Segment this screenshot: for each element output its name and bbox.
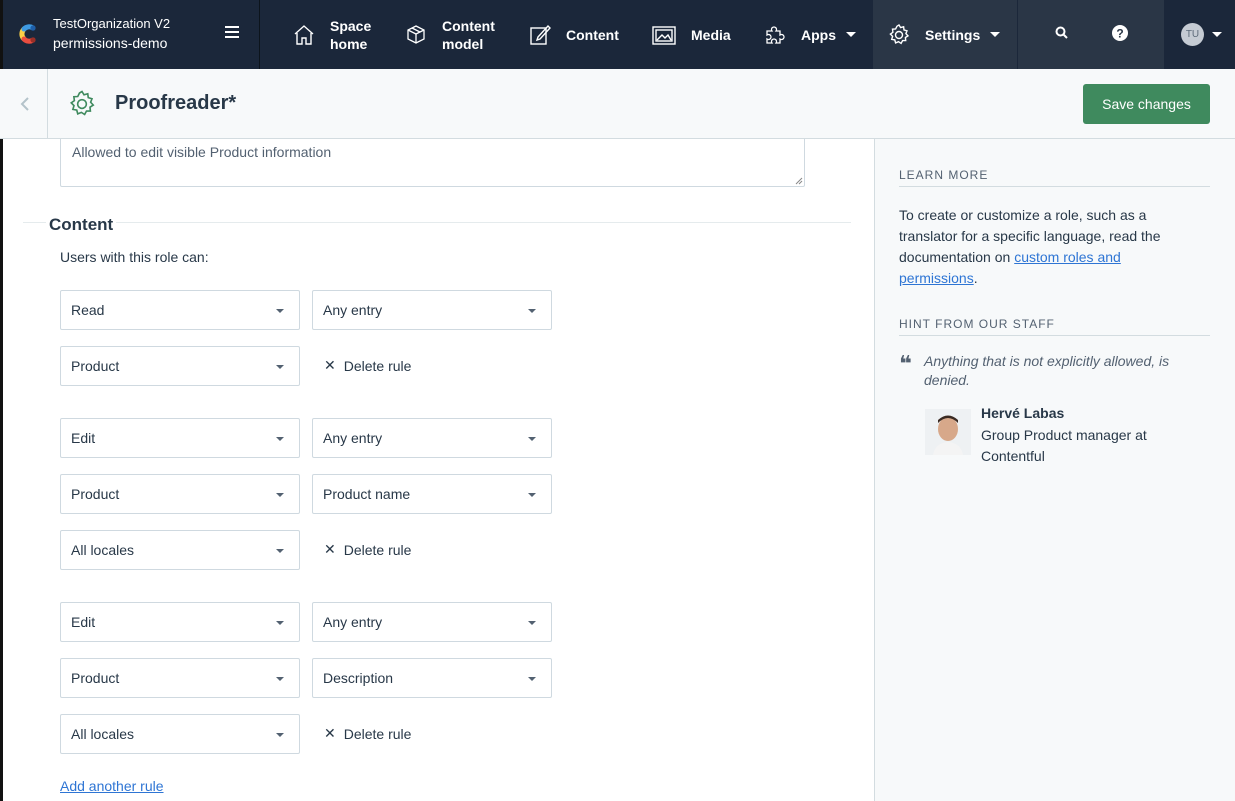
chevron-down-icon xyxy=(528,309,536,313)
chevron-down-icon xyxy=(846,32,856,37)
home-icon xyxy=(294,24,314,45)
chevron-down-icon xyxy=(276,365,284,369)
close-icon: ✕ xyxy=(324,725,336,741)
search-icon[interactable] xyxy=(1054,25,1070,41)
page-header: Proofreader* Save changes xyxy=(0,69,1235,139)
puzzle-icon xyxy=(766,25,785,44)
staff-role: Group Product manager at Contentful xyxy=(981,427,1147,464)
chevron-down-icon xyxy=(990,32,1001,37)
nav-label: Media xyxy=(691,26,731,43)
chevron-down-icon xyxy=(276,493,284,497)
sidebar: LEARN MORE To create or customize a role… xyxy=(874,139,1235,801)
nav-label: Content xyxy=(442,17,495,34)
chevron-down-icon xyxy=(276,549,284,553)
delete-rule-button[interactable]: ✕ Delete rule xyxy=(324,357,411,374)
section-divider xyxy=(23,222,851,223)
nav-content[interactable]: Content xyxy=(528,0,619,69)
chevron-down-icon xyxy=(276,677,284,681)
staff-avatar xyxy=(925,409,971,455)
nav-label: Apps xyxy=(801,26,836,43)
svg-text:?: ? xyxy=(1116,27,1123,41)
nav-settings[interactable]: Settings xyxy=(887,0,1001,69)
content-type-select[interactable]: Product xyxy=(60,474,300,514)
chevron-down-icon xyxy=(276,621,284,625)
chevron-left-icon xyxy=(20,97,29,111)
cube-icon xyxy=(407,24,425,44)
scope-select[interactable]: Any entry xyxy=(312,290,552,330)
nav-label: Content xyxy=(566,26,619,43)
scope-select[interactable]: Any entry xyxy=(312,418,552,458)
delete-rule-button[interactable]: ✕ Delete rule xyxy=(324,541,411,558)
add-another-rule-link[interactable]: Add another rule xyxy=(60,778,164,794)
back-button[interactable] xyxy=(3,69,48,139)
close-icon: ✕ xyxy=(324,357,336,373)
field-select[interactable]: Description xyxy=(312,658,552,698)
nav-apps[interactable]: Apps xyxy=(763,0,856,69)
menu-icon[interactable] xyxy=(225,26,243,42)
chevron-down-icon[interactable] xyxy=(1212,32,1222,37)
top-navigation-bar: TestOrganization V2 permissions-demo Spa… xyxy=(0,0,1235,801)
learn-more-heading: LEARN MORE xyxy=(899,168,989,182)
content-type-select[interactable]: Product xyxy=(60,346,300,386)
action-select[interactable]: Edit xyxy=(60,418,300,458)
save-changes-button[interactable]: Save changes xyxy=(1083,84,1210,124)
scope-select[interactable]: Any entry xyxy=(312,602,552,642)
edit-icon xyxy=(530,24,551,45)
hint-heading: HINT FROM OUR STAFF xyxy=(899,317,1055,331)
locale-select[interactable]: All locales xyxy=(60,714,300,754)
staff-name: Hervé Labas xyxy=(981,405,1065,421)
chevron-down-icon xyxy=(276,437,284,441)
gear-icon xyxy=(889,23,910,44)
organization-name: TestOrganization V2 xyxy=(53,16,171,31)
chevron-down-icon xyxy=(528,493,536,497)
nav-space-home[interactable]: Space home xyxy=(292,0,371,69)
contentful-logo-icon xyxy=(19,24,36,44)
chevron-down-icon xyxy=(276,733,284,737)
chevron-down-icon xyxy=(528,677,536,681)
nav-content-model[interactable]: Content model xyxy=(404,0,495,69)
learn-more-text: To create or customize a role, such as a… xyxy=(899,207,1161,286)
role-description-field[interactable]: Allowed to edit visible Product informat… xyxy=(60,139,805,187)
close-icon: ✕ xyxy=(324,541,336,557)
role-intro-text: Users with this role can: xyxy=(60,249,209,265)
nav-media[interactable]: Media xyxy=(651,0,731,69)
locale-select[interactable]: All locales xyxy=(60,530,300,570)
space-switcher[interactable]: TestOrganization V2 permissions-demo xyxy=(0,0,260,69)
delete-rule-button[interactable]: ✕ Delete rule xyxy=(324,725,411,742)
avatar[interactable]: TU xyxy=(1181,23,1204,46)
nav-label: home xyxy=(330,35,368,52)
role-editor-form: Allowed to edit visible Product informat… xyxy=(3,139,874,801)
help-icon[interactable]: ? xyxy=(1111,24,1129,42)
chevron-down-icon xyxy=(528,437,536,441)
space-name: permissions-demo xyxy=(53,35,168,51)
chevron-down-icon xyxy=(528,621,536,625)
nav-label: Space xyxy=(330,17,372,34)
chevron-down-icon xyxy=(276,309,284,313)
resize-handle-icon[interactable] xyxy=(795,177,803,185)
divider xyxy=(899,335,1210,336)
nav-label: Settings xyxy=(925,26,981,43)
content-type-select[interactable]: Product xyxy=(60,658,300,698)
gear-icon xyxy=(69,90,95,116)
field-select[interactable]: Product name xyxy=(312,474,552,514)
quote-icon: ❝ xyxy=(899,351,912,376)
divider xyxy=(899,186,1210,187)
image-icon xyxy=(652,25,676,45)
hint-quote: Anything that is not explicitly allowed,… xyxy=(924,353,1170,388)
action-select[interactable]: Edit xyxy=(60,602,300,642)
section-title: Content xyxy=(46,215,117,235)
action-select[interactable]: Read xyxy=(60,290,300,330)
nav-label: model xyxy=(442,35,484,52)
page-title: Proofreader* xyxy=(115,92,237,114)
